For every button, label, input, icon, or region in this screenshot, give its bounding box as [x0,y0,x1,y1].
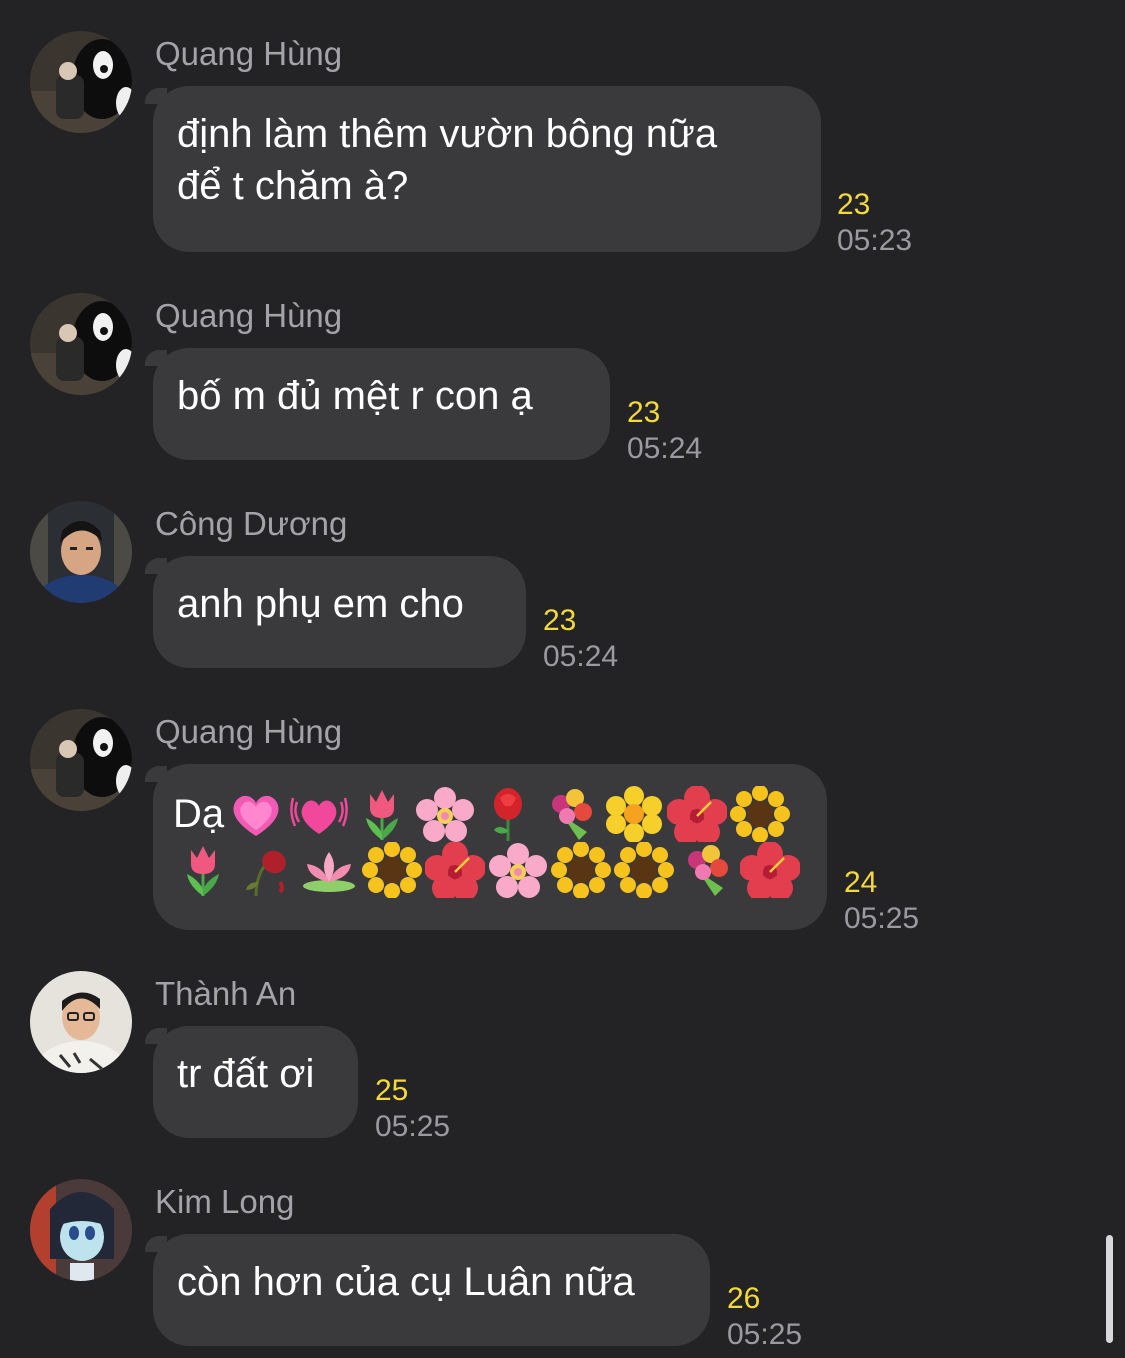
sunflower-icon [551,842,611,899]
message-bubble[interactable]: anh phụ em cho [153,556,526,668]
hibiscus-icon [425,842,485,899]
sender-name: Quang Hùng [155,35,343,72]
read-count: 24 [844,866,878,899]
message-bubble[interactable]: bố m đủ mệt r con ạ [153,348,610,460]
read-count: 23 [543,604,577,637]
message-time: 05:25 [375,1110,451,1143]
avatar[interactable] [30,971,132,1073]
sender-name: Quang Hùng [155,297,343,334]
bouquet-icon [688,845,728,897]
bouquet-icon [552,789,593,841]
tulip-icon [187,846,219,897]
avatar[interactable] [30,31,132,133]
message-time: 05:25 [844,902,920,935]
emoji-row [173,842,807,899]
sender-name: Thành An [155,975,297,1012]
sunflower-icon [730,786,791,843]
message-text: tr đất ơi [177,1052,315,1096]
message-bubble[interactable]: còn hơn của cụ Luân nữa [153,1234,710,1346]
avatar[interactable] [30,709,132,811]
avatar[interactable] [30,501,132,603]
sender-name: Công Dương [155,505,348,542]
lotus-icon [303,852,355,893]
blossom-icon [606,786,663,843]
message-text: anh phụ em cho [177,582,464,626]
heart-growing-icon [290,798,348,835]
rose-icon [494,788,523,842]
hibiscus-icon [667,786,728,843]
wilted-rose-icon [246,851,286,897]
message-text: định làm thêm vườn bông nữa để t chăm à? [177,112,718,208]
scrollbar[interactable] [1106,1235,1113,1343]
sunflower-icon [362,842,422,899]
cherry-blossom-icon [489,843,547,899]
heart-pink-icon [233,796,279,837]
read-count: 25 [375,1074,409,1107]
read-count: 23 [627,396,661,429]
tulip-icon [366,790,399,841]
sender-name: Quang Hùng [155,713,343,750]
message-bubble[interactable]: tr đất ơi [153,1026,358,1138]
hibiscus-icon [740,842,800,899]
sender-name: Kim Long [155,1183,295,1220]
message-text: Dạ [173,792,225,837]
message-time: 05:24 [543,640,619,673]
message-bubble[interactable]: định làm thêm vườn bông nữa để t chăm à? [153,86,821,252]
message-time: 05:25 [727,1318,803,1351]
sunflower-icon [614,842,674,899]
read-count: 26 [727,1282,761,1315]
message-text: còn hơn của cụ Luân nữa [177,1260,635,1304]
message-text: bố m đủ mệt r con ạ [177,374,533,418]
message-bubble[interactable]: Dạ [153,764,827,930]
cherry-blossom-icon [416,787,475,843]
chat-thread: Quang Hùng định làm thêm vườn bông nữa đ… [0,0,1125,1358]
avatar[interactable] [30,293,132,395]
read-count: 23 [837,188,871,221]
emoji-row: Dạ [173,786,807,843]
avatar[interactable] [30,1179,132,1281]
message-time: 05:23 [837,224,913,257]
message-time: 05:24 [627,432,703,465]
